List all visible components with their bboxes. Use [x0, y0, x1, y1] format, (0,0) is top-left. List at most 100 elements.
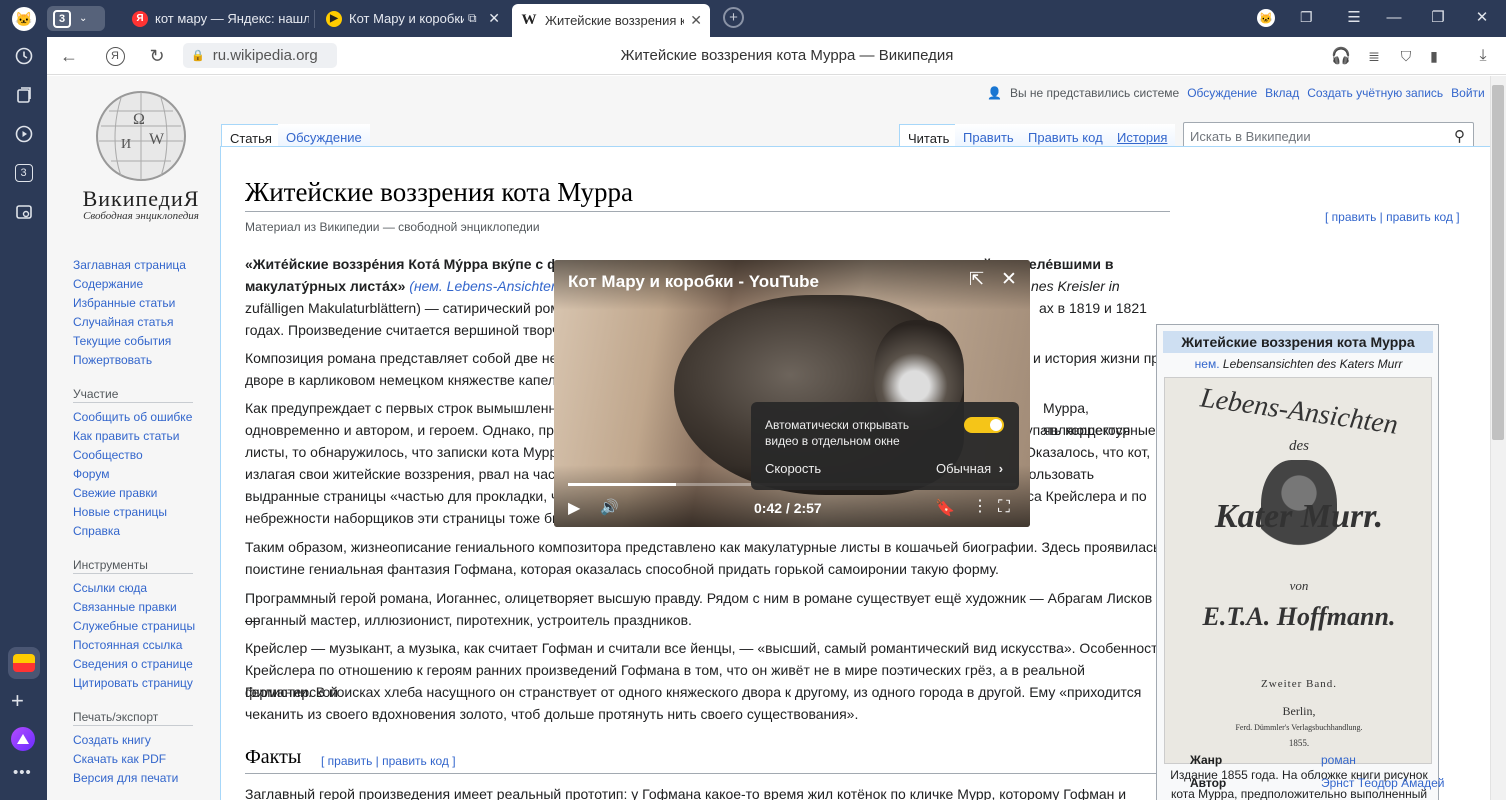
user-avatar-small[interactable]: 🐱 [1257, 9, 1275, 27]
reader-mode-icon[interactable]: ≣ [1363, 37, 1385, 75]
tab-label: Житейские воззрения к [545, 13, 685, 28]
logo-title: ВикипедиЯ [82, 186, 200, 211]
nav-link[interactable]: Избранные статьи [73, 294, 186, 313]
nav-link[interactable]: Пожертвовать [73, 351, 186, 370]
infobox-value[interactable]: Эрнст Теодор Амадей [1321, 776, 1445, 790]
edit-links[interactable]: [ править | править код ] [1325, 210, 1460, 224]
media-play-icon[interactable] [0, 115, 47, 153]
speed-value[interactable]: Обычная › [936, 461, 1003, 476]
nav-divider [73, 402, 193, 403]
download-icon[interactable]: ⤓ [1472, 37, 1494, 75]
login-link[interactable]: Войти [1451, 86, 1485, 100]
contributions-link[interactable]: Вклад [1265, 86, 1299, 100]
tab-label: Кот Мару и коробки [349, 11, 464, 26]
video-title: Кот Мару и коробки - YouTube [568, 272, 819, 291]
volume-icon[interactable]: 🔊 [600, 498, 619, 516]
nav-link[interactable]: Служебные страницы [73, 617, 195, 636]
return-to-tab-icon[interactable]: ⇱ [969, 269, 984, 290]
nav-link[interactable]: Форум [73, 465, 192, 484]
wikipedia-logo[interactable]: Ω W И ВикипедиЯ Свободная энциклопедия [71, 86, 211, 226]
notes-icon[interactable] [0, 76, 47, 114]
close-tab-icon[interactable]: ✕ [684, 12, 702, 29]
reload-icon[interactable]: ↻ [145, 37, 169, 75]
nav-link[interactable]: Цитировать страницу [73, 674, 195, 693]
nav-link[interactable]: Скачать как PDF [73, 750, 178, 769]
nav-link[interactable]: Ссылки сюда [73, 579, 195, 598]
video-more-icon[interactable]: ⋮ [972, 496, 988, 516]
infobox-row: Жанр роман [1190, 753, 1460, 767]
nav-heading-print: Печать/экспорт [73, 710, 159, 724]
nav-link[interactable]: Содержание [73, 275, 186, 294]
nav-link[interactable]: Создать книгу [73, 731, 178, 750]
history-icon[interactable] [0, 37, 47, 75]
new-tab-button[interactable]: + [723, 7, 744, 28]
screenshot-icon[interactable] [0, 193, 47, 231]
nav-link[interactable]: Сообщество [73, 446, 192, 465]
play-icon[interactable]: ▶ [568, 498, 580, 518]
close-video-icon[interactable]: ✕ [1001, 268, 1017, 291]
text-right: и история жизни при [1033, 350, 1167, 366]
create-account-link[interactable]: Создать учётную запись [1307, 86, 1443, 100]
close-tab-icon[interactable]: ✕ [482, 10, 500, 27]
nav-link[interactable]: Версия для печати [73, 769, 178, 788]
tab-separator [314, 10, 315, 28]
read-aloud-icon[interactable]: 🎧 [1330, 37, 1352, 75]
nav-link[interactable]: Как править статьи [73, 427, 192, 446]
nav-link[interactable]: Случайная статья [73, 313, 186, 332]
back-arrow-icon[interactable]: ← [57, 37, 81, 75]
tab-youtube-maru[interactable]: ▶ Кот Мару и коробки ⧉ ✕ [318, 5, 508, 32]
nav-link[interactable]: Сведения о странице [73, 655, 195, 674]
nav-link[interactable]: Текущие события [73, 332, 186, 351]
lang-link[interactable]: нем. [1195, 357, 1220, 371]
fullscreen-icon[interactable]: ⛶ [998, 497, 1010, 517]
cover-line: von [1289, 578, 1309, 593]
nav-link[interactable]: Новые страницы [73, 503, 192, 522]
address-bar: ← Я ↻ 🔒 ru.wikipedia.org Житейские воззр… [47, 37, 1506, 75]
mail-icon[interactable] [8, 647, 40, 679]
svg-text:Ω: Ω [133, 111, 145, 128]
nav-link[interactable]: Справка [73, 522, 192, 541]
minimize-icon[interactable]: — [1372, 0, 1416, 34]
infobox-title: Житейские воззрения кота Мурра [1163, 331, 1433, 353]
talk-link[interactable]: Обсуждение [1187, 86, 1257, 100]
browser-sidebar: 3 + ••• [0, 37, 47, 800]
more-icon[interactable]: ••• [13, 764, 32, 781]
scrollbar-thumb[interactable] [1492, 85, 1504, 440]
nav-link[interactable]: Сообщить об ошибке [73, 408, 192, 427]
paragraph-line: Германии. В поисках хлеба насущного он с… [245, 684, 1142, 700]
bookmark-video-icon[interactable]: 🔖 [935, 498, 955, 518]
book-cover-image[interactable]: Lebens-Ansichten des Kater Murr. von E.T… [1164, 377, 1432, 764]
restore-icon[interactable]: ❐ [1416, 0, 1460, 34]
paragraph-line: Крейслер — музыкант, а музыка, как счита… [245, 640, 1165, 656]
picture-in-picture-icon[interactable]: ⧉ [468, 11, 477, 26]
auto-open-toggle[interactable] [964, 417, 1004, 433]
infobox-value[interactable]: роман [1321, 753, 1356, 767]
paragraph-line: Таким образом, жизнеописание гениального… [245, 539, 1161, 555]
yandex-home-icon[interactable]: Я [103, 37, 127, 75]
search-icon[interactable]: ⚲ [1454, 127, 1465, 145]
nav-link[interactable]: Заглавная страница [73, 256, 186, 275]
collections-icon[interactable]: ❐ [1300, 9, 1313, 26]
url-field[interactable]: 🔒 ru.wikipedia.org [183, 43, 337, 68]
add-panel-icon[interactable]: + [11, 688, 24, 714]
cover-line: 1855. [1288, 738, 1310, 748]
menu-icon[interactable]: ☰ [1332, 0, 1376, 34]
nav-link[interactable]: Связанные правки [73, 598, 195, 617]
infobox-label: Жанр [1190, 753, 1223, 767]
alice-assistant-icon[interactable] [11, 727, 35, 751]
bookmark-icon[interactable]: ▮ [1423, 37, 1445, 75]
tab-wikipedia[interactable]: W Житейские воззрения к ✕ [512, 4, 710, 37]
tab-counter-badge: 3 [53, 9, 71, 28]
tab-yandex-search[interactable]: Я кот мару — Яндекс: нашл [124, 5, 309, 32]
text-right: са Крейслера и по [1027, 488, 1147, 504]
profile-avatar[interactable]: 🐱 [12, 7, 36, 31]
section-edit-links[interactable]: [ править | править код ] [321, 754, 456, 768]
nav-link[interactable]: Постоянная ссылка [73, 636, 195, 655]
protect-icon[interactable]: ⛉ [1395, 37, 1417, 75]
tab-counter-button[interactable]: 3 ⌄ [47, 6, 105, 31]
german-title[interactable]: (нем. Lebens-Ansichten [405, 278, 558, 294]
tabs-counter-icon[interactable]: 3 [0, 154, 47, 192]
nav-link[interactable]: Свежие правки [73, 484, 192, 503]
close-window-icon[interactable]: ✕ [1460, 0, 1504, 34]
page-title: Житейские воззрения кота Мурра — Википед… [620, 47, 954, 64]
